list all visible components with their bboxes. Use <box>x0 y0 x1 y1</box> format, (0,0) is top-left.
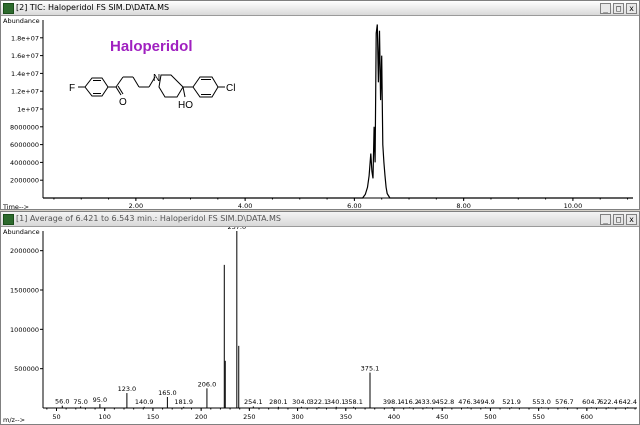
spectrum-peak-label: 75.0 <box>73 398 87 406</box>
tic-y-tick-label: 1.2e+07 <box>11 88 39 96</box>
atom-o: O <box>119 97 127 108</box>
spectrum-peak-label: 165.0 <box>158 389 177 397</box>
spectrum-peak-label: 56.0 <box>55 398 69 406</box>
spectrum-peak-label: 340.1 <box>327 398 346 406</box>
spectrum-peak-label: 95.0 <box>93 396 107 404</box>
spec-y-tick-label: 1000000 <box>10 326 39 334</box>
spectrum-peak-label: 452.8 <box>436 398 455 406</box>
spec-x-axis-title: m/z--> <box>3 416 25 424</box>
tic-window: [2] TIC: Haloperidol FS SIM.D\DATA.MS _ □… <box>0 0 640 210</box>
piperidine-ring <box>158 74 184 98</box>
spectrum-peak-label: 521.9 <box>502 398 521 406</box>
spectrum-peak-label: 181.9 <box>174 398 193 406</box>
spectrum-window: [1] Average of 6.421 to 6.543 min.: Halo… <box>0 211 640 425</box>
tic-window-title: [2] TIC: Haloperidol FS SIM.D\DATA.MS <box>16 3 170 12</box>
tic-y-tick-label: 2000000 <box>10 177 39 185</box>
atom-n: N <box>153 73 160 84</box>
spectrum-peak-label: 375.1 <box>361 365 380 373</box>
spec-x-tick-label: 50 <box>52 413 60 421</box>
spectrum-peak-label: 433.9 <box>417 398 436 406</box>
close-button[interactable]: x <box>626 214 637 225</box>
tic-x-tick-label: 6.00 <box>347 202 361 210</box>
spectrum-peak-label: 416.2 <box>400 398 419 406</box>
spectrum-peak-label: 206.0 <box>198 380 217 388</box>
mass-spectrum-chart: Abundance m/z--> 500000 1000000 1500000 20000… <box>3 227 637 424</box>
tic-x-axis-title: Time--> <box>2 203 29 210</box>
spec-y-tick-label: 2000000 <box>10 247 39 255</box>
window-icon <box>3 214 14 225</box>
tic-y-tick-label: 1.6e+07 <box>11 52 39 60</box>
spectrum-peak-label: 322.1 <box>310 398 329 406</box>
spectrum-peak-label: 494.9 <box>476 398 495 406</box>
spec-y-tick-label: 1500000 <box>10 287 39 295</box>
window-icon <box>3 3 14 14</box>
atom-cl: Cl <box>226 83 235 94</box>
spectrum-peak-label: 140.9 <box>135 398 154 406</box>
tic-x-tick-label: 2.00 <box>129 202 143 210</box>
tic-y-tick-label: 4000000 <box>10 159 39 167</box>
spectrum-peak-label: 254.1 <box>244 398 263 406</box>
spec-x-tick-label: 400 <box>388 413 400 421</box>
spectrum-peak-label: 304.0 <box>292 398 311 406</box>
spectrum-peak-label: 576.7 <box>555 398 574 406</box>
spectrum-peak-label: 642.4 <box>618 398 637 406</box>
spectrum-window-title: [1] Average of 6.421 to 6.543 min.: Halo… <box>16 214 281 223</box>
haloperidol-structure: F O N Cl HO <box>69 73 235 111</box>
tic-y-tick-label: 6000000 <box>10 141 39 149</box>
spectrum-peak-label: 604.7 <box>582 398 601 406</box>
close-button[interactable]: x <box>626 3 637 14</box>
maximize-button[interactable]: □ <box>613 3 624 14</box>
atom-f: F <box>69 83 75 94</box>
tic-y-tick-label: 8000000 <box>10 123 39 131</box>
spec-x-tick-label: 150 <box>147 413 159 421</box>
spectrum-peak-label: 398.1 <box>383 398 402 406</box>
spectrum-titlebar[interactable]: [1] Average of 6.421 to 6.543 min.: Halo… <box>1 212 639 227</box>
tic-x-tick-label: 8.00 <box>456 202 470 210</box>
spec-x-tick-label: 550 <box>532 413 544 421</box>
tic-x-tick-label: 4.00 <box>238 202 252 210</box>
spec-y-tick-label: 500000 <box>14 365 39 373</box>
tic-titlebar[interactable]: [2] TIC: Haloperidol FS SIM.D\DATA.MS _ □… <box>1 1 639 16</box>
tic-y-tick-label: 1.8e+07 <box>11 34 39 42</box>
spec-x-tick-label: 300 <box>291 413 303 421</box>
spec-x-tick-label: 500 <box>484 413 496 421</box>
tic-y-tick-label: 1e+07 <box>17 106 39 114</box>
tic-y-tick-label: 1.4e+07 <box>11 70 39 78</box>
spectrum-peak-label: 123.0 <box>118 385 137 393</box>
spectrum-peak-label: 476.3 <box>458 398 477 406</box>
spec-x-tick-label: 200 <box>195 413 207 421</box>
minimize-button[interactable]: _ <box>600 3 611 14</box>
spectrum-peak-label: 237.0 <box>228 227 247 231</box>
tic-x-tick-label: 10.00 <box>564 202 583 210</box>
spec-x-tick-label: 100 <box>99 413 111 421</box>
maximize-button[interactable]: □ <box>613 214 624 225</box>
spec-x-tick-label: 350 <box>340 413 352 421</box>
minimize-button[interactable]: _ <box>600 214 611 225</box>
compound-name: Haloperidol <box>110 38 193 55</box>
spectrum-peak-label: 622.4 <box>599 398 618 406</box>
spectrum-peak-label: 553.0 <box>532 398 551 406</box>
spec-y-axis-title: Abundance <box>3 228 40 236</box>
spectrum-peak-label: 280.1 <box>269 398 288 406</box>
spec-x-tick-label: 450 <box>436 413 448 421</box>
spectrum-peak-label: 358.1 <box>344 398 363 406</box>
atom-ho: HO <box>178 100 193 111</box>
tic-y-axis-title: Abundance <box>3 17 40 25</box>
spec-x-tick-label: 250 <box>243 413 255 421</box>
spec-x-tick-label: 600 <box>581 413 593 421</box>
